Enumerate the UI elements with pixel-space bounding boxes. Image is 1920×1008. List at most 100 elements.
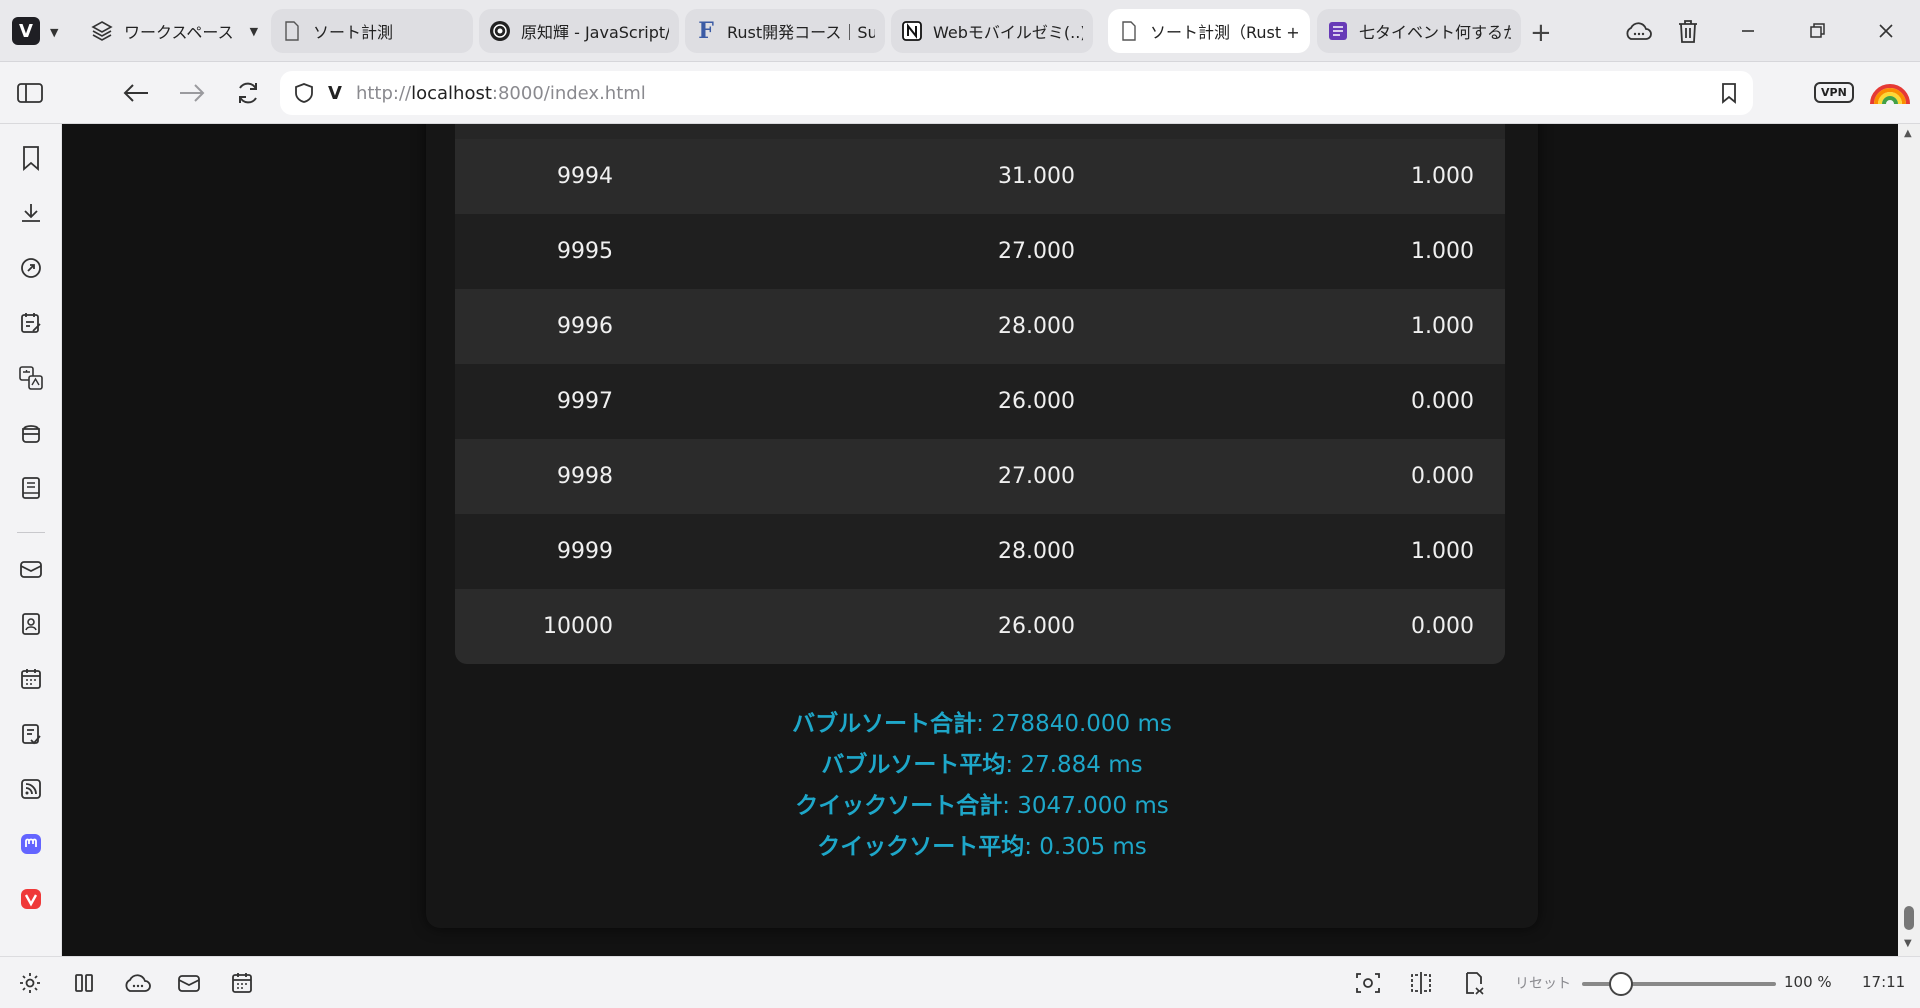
quick-total-line: クイックソート合計: 3047.000 ms: [426, 786, 1538, 827]
reload-icon[interactable]: [231, 76, 265, 110]
minimize-window-icon[interactable]: [1731, 14, 1765, 48]
web-content: 9994 31.000 1.000 9995 27.000 1.000 9996 28.0…: [62, 124, 1898, 956]
scrollbar-thumb[interactable]: [1904, 906, 1914, 930]
cell-quick: 1.000: [1411, 239, 1474, 264]
close-window-icon[interactable]: [1869, 14, 1903, 48]
workspace-caret-icon: ▼: [249, 24, 259, 38]
workspaces-icon: [91, 21, 113, 41]
side-panel: [0, 124, 62, 956]
vivaldi-web-panel-icon[interactable]: [15, 883, 47, 915]
cell-bubble: 27.000: [998, 239, 1075, 264]
feeds-icon[interactable]: [15, 773, 47, 805]
tab-label: 原知輝 - JavaScript/: [521, 23, 669, 42]
capture-screenshot-icon[interactable]: [1352, 967, 1384, 999]
quick-total-label: クイックソート合計: [795, 793, 1003, 819]
address-bar[interactable]: V http://localhost:8000/index.html: [280, 71, 1753, 115]
reading-list-icon[interactable]: [15, 417, 47, 449]
tab-rust-course[interactable]: F Rust開発コース｜Sun: [685, 9, 885, 53]
tab-bar: V ▼ ワークスペース ▼ ソート計測 原知輝 - JavaScript/ F …: [0, 0, 1920, 62]
quick-avg-value: : 0.305 ms: [1024, 834, 1147, 860]
bubble-avg-label: バブルソート平均: [821, 752, 1006, 778]
calendar-icon[interactable]: [15, 663, 47, 695]
translate-icon[interactable]: [15, 362, 47, 394]
restore-window-icon[interactable]: [1800, 14, 1834, 48]
status-bar: リセット 100 % 17:11: [0, 956, 1920, 1008]
swirl-site-icon: [489, 20, 511, 42]
tab-label: ソート計測（Rust + V: [1150, 23, 1300, 42]
quick-total-value: : 3047.000 ms: [1002, 793, 1169, 819]
settings-gear-icon[interactable]: [14, 967, 46, 999]
scroll-down-arrow-icon[interactable]: ▼: [1904, 938, 1912, 949]
tasks-icon[interactable]: [15, 718, 47, 750]
sync-status-icon[interactable]: [121, 967, 153, 999]
mail-icon[interactable]: [15, 553, 47, 585]
zoom-level: 100 %: [1784, 973, 1832, 991]
back-arrow-icon[interactable]: [119, 76, 153, 110]
trash-icon[interactable]: [1671, 14, 1705, 48]
sync-cloud-icon[interactable]: [1621, 14, 1655, 48]
downloads-icon[interactable]: [15, 197, 47, 229]
url-text[interactable]: http://localhost:8000/index.html: [356, 83, 646, 104]
new-tab-button[interactable]: +: [1530, 18, 1552, 48]
notes-icon[interactable]: [15, 307, 47, 339]
tab-label: 七タイベント何するか: [1359, 23, 1511, 42]
workspace-label: ワークスペース: [124, 23, 234, 42]
vivaldi-menu-caret-icon[interactable]: ▼: [50, 26, 58, 39]
tab-label: Webモバイルゼミ(..)φ: [933, 23, 1083, 42]
calendar-status-icon[interactable]: [226, 967, 258, 999]
mastodon-icon[interactable]: [15, 828, 47, 860]
clock: 17:11: [1862, 973, 1906, 991]
reader-icon[interactable]: [15, 472, 47, 504]
f-site-icon: F: [698, 18, 714, 44]
tab-label: ソート計測: [313, 23, 394, 42]
cell-n: 10000: [543, 614, 613, 639]
vivaldi-menu-icon[interactable]: V: [12, 17, 40, 45]
page-icon: [281, 20, 303, 42]
workspace-button[interactable]: ワークスペース ▼: [90, 16, 258, 46]
scroll-up-arrow-icon[interactable]: ▲: [1904, 128, 1912, 139]
bubble-total-line: バブルソート合計: 278840.000 ms: [426, 704, 1538, 745]
bookmarks-icon[interactable]: [15, 142, 47, 174]
quick-avg-label: クイックソート平均: [817, 834, 1025, 860]
bubble-avg-value: : 27.884 ms: [1005, 752, 1143, 778]
tab-sort-measure[interactable]: ソート計測: [271, 9, 473, 53]
tab-sort-measure-rust[interactable]: ソート計測（Rust + V: [1108, 9, 1310, 53]
table-row: 9997 26.000 0.000: [455, 364, 1505, 439]
tab-javascript[interactable]: 原知輝 - JavaScript/: [479, 9, 679, 53]
page-icon: [1118, 20, 1140, 42]
notion-icon: [901, 20, 923, 42]
table-row-partial: [455, 124, 1505, 139]
page-tiling-icon[interactable]: [1405, 967, 1437, 999]
history-icon[interactable]: [15, 252, 47, 284]
site-info-shield-icon[interactable]: [294, 82, 314, 104]
zoom-slider-thumb[interactable]: [1608, 972, 1633, 996]
forms-icon: [1327, 20, 1349, 42]
zoom-reset-button[interactable]: リセット: [1515, 973, 1571, 993]
cell-bubble: 26.000: [998, 389, 1075, 414]
tile-tabs-icon[interactable]: [68, 967, 100, 999]
results-table: 9994 31.000 1.000 9995 27.000 1.000 9996 28.0…: [455, 124, 1505, 664]
cell-bubble: 28.000: [998, 539, 1075, 564]
summary-block: バブルソート合計: 278840.000 ms バブルソート平均: 27.884…: [426, 704, 1538, 868]
mail-status-icon[interactable]: [173, 967, 205, 999]
forward-arrow-icon[interactable]: [175, 76, 209, 110]
tab-tanabata-event[interactable]: 七タイベント何するか: [1317, 9, 1521, 53]
tab-label: Rust開発コース｜Sun: [727, 23, 875, 42]
cell-bubble: 28.000: [998, 314, 1075, 339]
vpn-button[interactable]: VPN: [1814, 82, 1854, 103]
cell-quick: 0.000: [1411, 464, 1474, 489]
page-actions-icon[interactable]: [1458, 967, 1490, 999]
cell-bubble: 27.000: [998, 464, 1075, 489]
quick-avg-line: クイックソート平均: 0.305 ms: [426, 827, 1538, 868]
page-scrollbar[interactable]: ▲ ▼: [1898, 124, 1920, 956]
vivaldi-badge-icon: V: [328, 82, 342, 104]
cell-n: 9998: [557, 464, 613, 489]
bookmark-page-icon[interactable]: [1721, 82, 1737, 104]
table-row: 9999 28.000 1.000: [455, 514, 1505, 589]
panel-toggle-icon[interactable]: [13, 76, 47, 110]
tab-web-mobile-seminar[interactable]: Webモバイルゼミ(..)φ: [891, 9, 1093, 53]
cell-quick: 1.000: [1411, 314, 1474, 339]
contacts-icon[interactable]: [15, 608, 47, 640]
cell-bubble: 31.000: [998, 164, 1075, 189]
rainbow-extension-icon[interactable]: [1868, 78, 1912, 106]
